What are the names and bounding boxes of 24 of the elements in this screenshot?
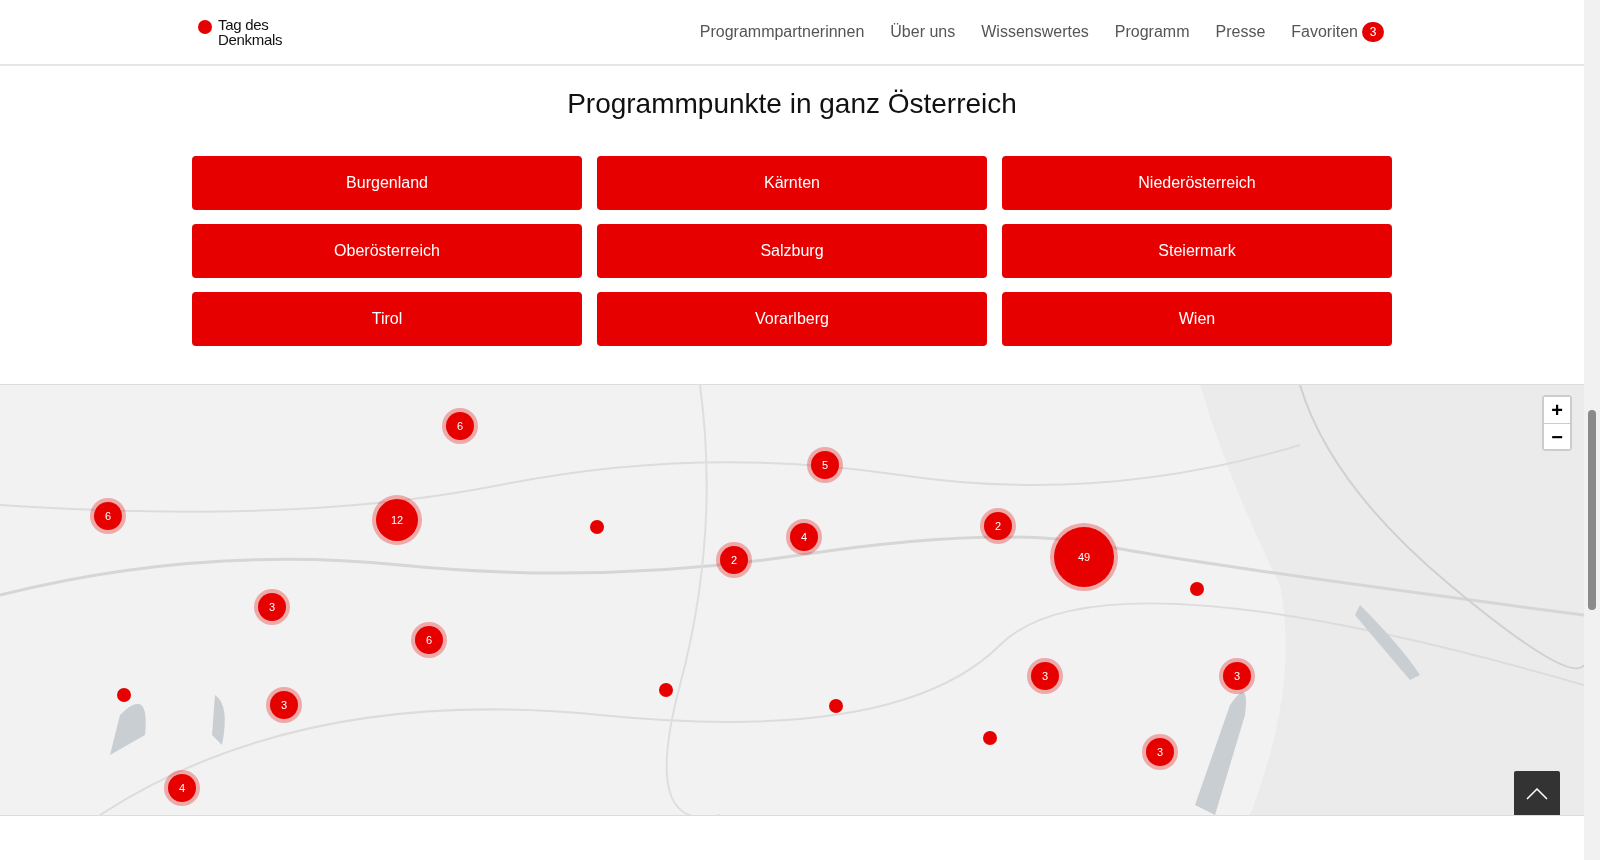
region-button[interactable]: Steiermark xyxy=(1002,224,1392,278)
region-button[interactable]: Oberösterreich xyxy=(192,224,582,278)
nav-link[interactable]: Presse xyxy=(1215,23,1266,41)
favorites-count-badge: 3 xyxy=(1362,22,1384,42)
page-heading: Programmpunkte in ganz Österreich xyxy=(566,88,1018,120)
nav-link[interactable]: Über uns xyxy=(890,23,956,41)
chevron-up-icon xyxy=(1526,788,1548,800)
logo-icon[interactable] xyxy=(198,20,212,34)
region-button[interactable]: Burgenland xyxy=(192,156,582,210)
nav-link[interactable]: Wissenswertes xyxy=(981,23,1089,41)
region-button[interactable]: Wien xyxy=(1002,292,1392,346)
region-button[interactable]: Niederösterreich xyxy=(1002,156,1392,210)
region-button[interactable]: Salzburg xyxy=(597,224,987,278)
nav-link[interactable]: Programm xyxy=(1114,23,1190,41)
zoom-out-button[interactable]: − xyxy=(1544,423,1570,449)
nav-link[interactable]: Favoriten 3 xyxy=(1291,22,1384,42)
nav-link[interactable]: Programmpartnerinnen xyxy=(699,23,865,41)
region-button[interactable]: Kärnten xyxy=(597,156,987,210)
region-button[interactable]: Tirol xyxy=(192,292,582,346)
scrollbar-thumb[interactable] xyxy=(1588,410,1596,610)
scrollbar[interactable] xyxy=(1584,0,1600,860)
scroll-top-button[interactable] xyxy=(1514,771,1560,815)
logo-text[interactable]: Tag des Denkmals xyxy=(218,17,283,47)
region-button[interactable]: Vorarlberg xyxy=(597,292,987,346)
